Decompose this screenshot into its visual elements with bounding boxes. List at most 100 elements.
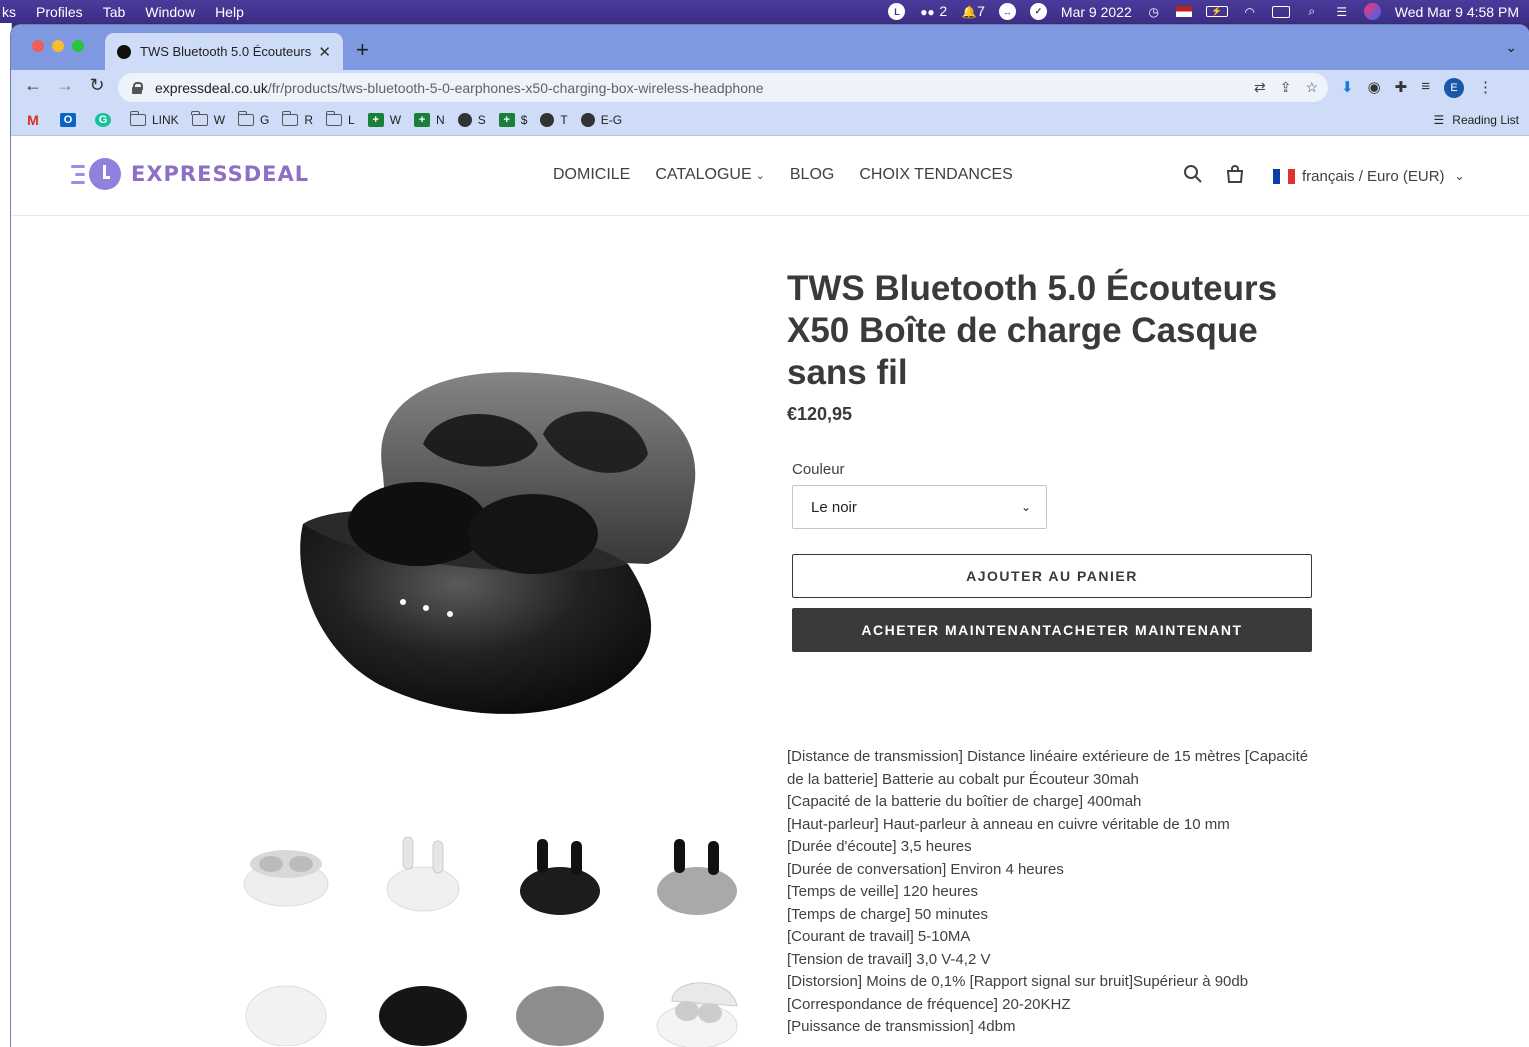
thumbnail-black-closed[interactable]	[365, 953, 481, 1047]
bookmark-sheet-w[interactable]: + W	[367, 113, 401, 127]
grammarly-icon: G	[95, 113, 111, 127]
gmail-icon: M	[27, 112, 39, 128]
buy-now-button[interactable]: ACHETER MAINTENANTACHETER MAINTENANT	[792, 608, 1312, 652]
logo-text: EXPRESSDEAL	[131, 162, 310, 186]
bookmark-folder-r[interactable]: R	[281, 111, 313, 127]
description-line: [Durée de conversation] Environ 4 heures	[787, 860, 1064, 878]
tab-search-chevron-icon[interactable]: ⌄	[1505, 39, 1517, 56]
site-logo[interactable]: EXPRESSDEAL	[71, 158, 309, 190]
menu-help[interactable]: Help	[215, 4, 244, 20]
line-icon[interactable]: L	[888, 3, 906, 20]
active-tab[interactable]: TWS Bluetooth 5.0 Écouteurs X50 ✕	[105, 33, 343, 70]
bookmark-grammarly[interactable]: G	[95, 113, 117, 127]
bookmark-folder-l[interactable]: L	[325, 111, 355, 127]
time-machine-icon[interactable]: ◷	[1146, 4, 1162, 20]
bookmark-star-icon[interactable]: ☆	[1305, 79, 1318, 96]
folder-icon	[325, 111, 343, 126]
nav-catalogue-label: CATALOGUE	[655, 166, 752, 183]
description-line: [Temps de veille] 120 heures	[787, 883, 978, 900]
new-tab-button[interactable]: +	[356, 37, 369, 63]
media-control-icon[interactable]: ≡	[1421, 78, 1430, 98]
lock-icon[interactable]	[132, 81, 143, 94]
nav-catalogue[interactable]: CATALOGUE ⌄	[655, 166, 765, 184]
product-description: [Distance de transmission] Distance liné…	[787, 746, 1317, 1039]
bookmark-folder-w[interactable]: W	[191, 111, 225, 127]
description-line: [Distorsion] Moins de 0,1% [Rapport sign…	[787, 973, 1249, 990]
earbuds-case-image	[300, 372, 696, 714]
language-currency-selector[interactable]: français / Euro (EUR) ⌄	[1263, 158, 1478, 194]
zoom-window-button[interactable]	[72, 40, 84, 52]
bookmark-site-s[interactable]: S	[457, 113, 486, 127]
menu-app-cut[interactable]: ks	[2, 4, 16, 20]
bookmark-outlook[interactable]: O	[60, 113, 82, 127]
share-icon[interactable]: ⇪	[1280, 79, 1292, 96]
thumbnail-white-open-angle[interactable]	[639, 953, 755, 1047]
address-bar[interactable]: expressdeal.co.uk/fr/products/tws-blueto…	[118, 73, 1328, 102]
product-title: TWS Bluetooth 5.0 Écouteurs X50 Boîte de…	[787, 269, 1278, 392]
macos-menu-bar: ks Profiles Tab Window Help L ●● 2 🔔7 ↔ …	[0, 0, 1529, 23]
thumbnail-white-open[interactable]	[228, 816, 344, 932]
nav-choix-tendances[interactable]: CHOIX TENDANCES	[859, 166, 1013, 184]
owl-extension-icon[interactable]: ◉	[1368, 78, 1381, 98]
checkmark-app-icon[interactable]: ✓	[1029, 3, 1047, 20]
control-center-icon[interactable]: ☰	[1334, 4, 1350, 20]
add-to-cart-button[interactable]: AJOUTER AU PANIER	[792, 554, 1312, 598]
reading-list-button[interactable]: ☰ Reading List	[1434, 113, 1519, 127]
reload-button[interactable]: ↻	[85, 75, 109, 96]
back-button[interactable]: ←	[21, 75, 45, 96]
sheets-icon: +	[367, 113, 384, 127]
wifi-icon[interactable]: ◠	[1242, 4, 1258, 20]
thumbnail-white-earbuds[interactable]	[365, 816, 481, 932]
bookmark-site-eg[interactable]: E-G	[580, 113, 622, 127]
sheets-icon: +	[498, 113, 515, 127]
download-extension-icon[interactable]: ⬇	[1341, 78, 1354, 98]
description-line: [Capacité de la batterie du boîtier de c…	[787, 793, 1142, 810]
spotlight-search-icon[interactable]: ⌕	[1304, 4, 1320, 20]
site-favicon-icon	[117, 44, 131, 59]
minimize-window-button[interactable]	[52, 40, 64, 52]
thumbnail-black-earbuds[interactable]	[502, 816, 618, 932]
bookmark-folder-link[interactable]: LINK	[129, 111, 179, 127]
bookmark-site-t[interactable]: T	[540, 113, 568, 127]
menubar-date[interactable]: Mar 9 2022	[1061, 4, 1132, 20]
browser-menu-icon[interactable]: ⋮	[1478, 78, 1493, 98]
nav-blog[interactable]: BLOG	[790, 166, 834, 184]
menubar-clock[interactable]: Wed Mar 9 4:58 PM	[1395, 4, 1519, 20]
close-tab-icon[interactable]: ✕	[318, 43, 331, 61]
notification-status[interactable]: 🔔7	[961, 3, 985, 20]
chevron-down-icon: ⌄	[1020, 500, 1031, 514]
nav-domicile[interactable]: DOMICILE	[553, 166, 630, 184]
bookmark-sheet-dollar[interactable]: + $	[498, 113, 527, 127]
forward-button[interactable]: →	[53, 75, 77, 96]
site-header: EXPRESSDEAL DOMICILE CATALOGUE ⌄ BLOG CHO…	[11, 136, 1529, 216]
thumbnail-silver-earbuds[interactable]	[639, 816, 755, 932]
menu-window[interactable]: Window	[145, 4, 195, 20]
description-line: [Durée d'écoute] 3,5 heures	[787, 838, 972, 855]
description-line: [Correspondance de fréquence] 20-20KHZ	[787, 995, 1071, 1013]
bookmark-folder-g[interactable]: G	[237, 111, 269, 127]
siri-icon[interactable]	[1363, 3, 1381, 20]
close-window-button[interactable]	[32, 40, 44, 52]
thumbnail-white-closed[interactable]	[228, 953, 344, 1047]
extensions-puzzle-icon[interactable]: ✚	[1395, 78, 1408, 98]
color-select[interactable]: Le noir ⌄	[792, 485, 1047, 529]
us-flag-icon[interactable]	[1175, 6, 1192, 17]
bookmark-gmail[interactable]: M	[25, 112, 47, 128]
wechat-status[interactable]: ●● 2	[919, 3, 947, 20]
profile-avatar[interactable]: E	[1444, 78, 1465, 98]
menu-tab[interactable]: Tab	[103, 4, 126, 20]
translate-icon[interactable]: ⇄	[1254, 79, 1266, 96]
keyboard-icon[interactable]	[1271, 5, 1290, 18]
menu-profiles[interactable]: Profiles	[36, 4, 83, 20]
cart-icon[interactable]	[1225, 164, 1245, 184]
teamviewer-icon[interactable]: ↔	[998, 3, 1016, 20]
bookmark-sheet-n[interactable]: + N	[414, 113, 445, 127]
notification-count: 7	[977, 3, 985, 19]
battery-icon[interactable]: ⚡	[1205, 6, 1228, 17]
sheets-icon: +	[414, 113, 431, 127]
thumbnail-silver-closed[interactable]	[502, 953, 618, 1047]
bookmarks-bar: M O G LINK W G R L + W + N S + $ T E-G ☰ Re…	[11, 105, 1529, 136]
folder-icon	[237, 111, 255, 126]
product-main-image[interactable]	[228, 274, 756, 804]
search-icon[interactable]	[1183, 164, 1203, 184]
